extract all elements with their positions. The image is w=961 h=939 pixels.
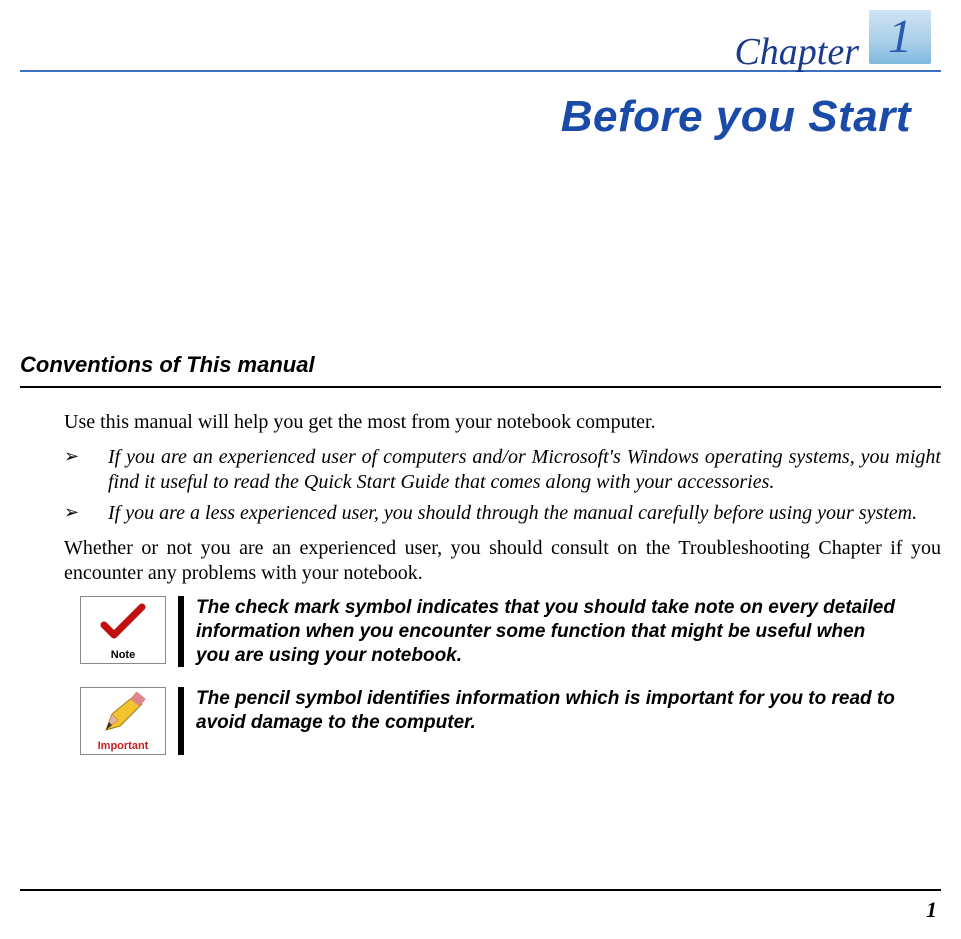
chapter-number-box: 1 [869, 10, 931, 64]
note-callout: Note The check mark symbol indicates tha… [80, 596, 901, 667]
callout-divider [178, 687, 184, 755]
list-item: If you are a less experienced user, you … [64, 501, 941, 526]
section-heading: Conventions of This manual [20, 352, 941, 378]
intro-paragraph: Use this manual will help you get the mo… [64, 410, 941, 435]
important-icon: Important [80, 687, 166, 755]
list-item: If you are an experienced user of comput… [64, 445, 941, 495]
pencil-icon [98, 692, 148, 734]
section-rule [20, 386, 941, 388]
important-icon-label: Important [98, 740, 149, 752]
important-text: The pencil symbol identifies information… [196, 687, 901, 735]
bullet-list: If you are an experienced user of comput… [64, 445, 941, 526]
note-icon-label: Note [111, 649, 135, 661]
note-icon: Note [80, 596, 166, 664]
chapter-header: Chapter 1 [20, 10, 941, 68]
important-callout: Important The pencil symbol identifies i… [80, 687, 901, 755]
chapter-number: 1 [888, 10, 912, 63]
mid-paragraph: Whether or not you are an experienced us… [64, 536, 941, 586]
page-number: 1 [926, 897, 937, 923]
chapter-word: Chapter [734, 30, 859, 74]
footer-rule [20, 889, 941, 891]
note-text: The check mark symbol indicates that you… [196, 596, 901, 667]
callout-divider [178, 596, 184, 667]
chapter-title: Before you Start [20, 92, 941, 142]
checkmark-icon [98, 601, 148, 643]
